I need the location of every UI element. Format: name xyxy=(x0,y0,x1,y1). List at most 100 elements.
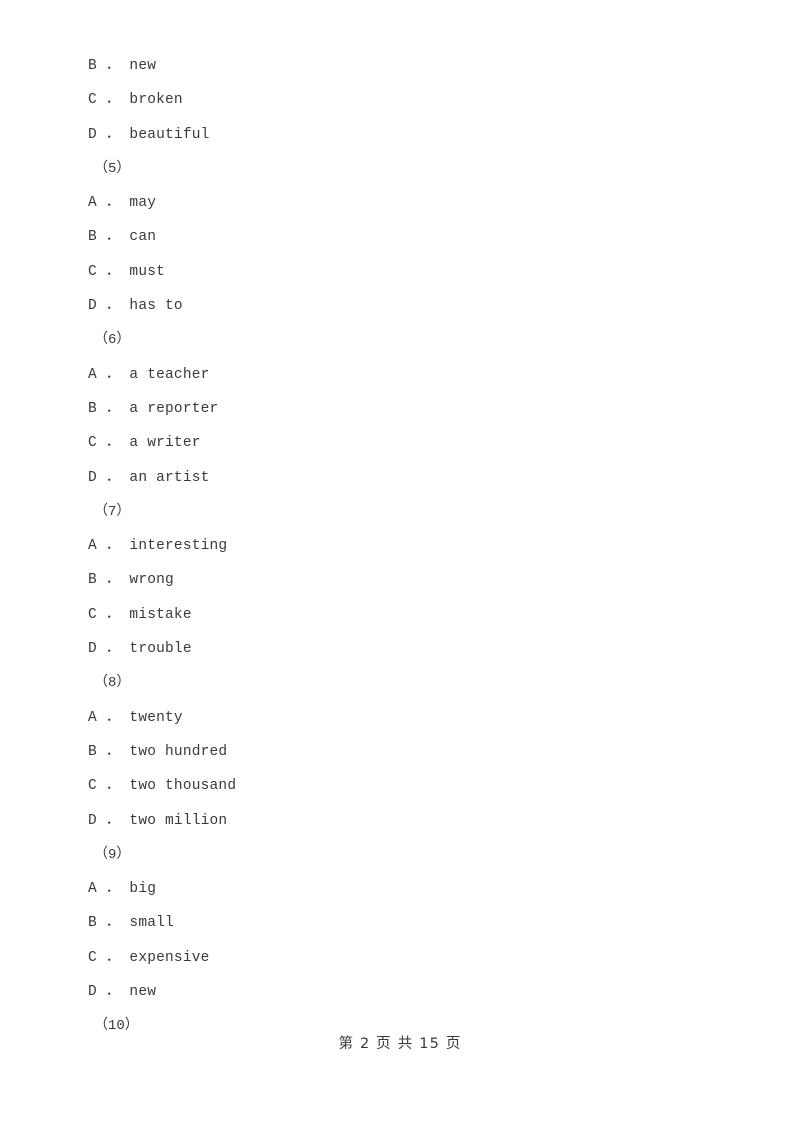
option-text: wrong xyxy=(129,572,174,589)
option-separator: ． xyxy=(96,915,130,932)
option-text: can xyxy=(129,229,157,246)
option-letter: D xyxy=(88,641,97,658)
option-separator: ． xyxy=(96,743,130,760)
answer-option[interactable]: A ． twenty xyxy=(88,701,708,735)
answer-option[interactable]: C ． broken xyxy=(88,83,708,117)
option-text: new xyxy=(129,984,157,1001)
option-separator: ． xyxy=(96,469,130,486)
answer-option[interactable]: B ． two hundred xyxy=(88,735,708,769)
question-number: （6） xyxy=(94,332,131,349)
option-text: broken xyxy=(129,92,183,109)
option-letter: B xyxy=(88,229,97,246)
option-separator: ． xyxy=(96,298,130,315)
option-separator: ． xyxy=(96,435,130,452)
option-text: two hundred xyxy=(129,743,228,760)
answer-option[interactable]: C ． must xyxy=(88,255,708,289)
page-footer: 第 2 页 共 15 页 xyxy=(338,1036,462,1052)
question-number: （7） xyxy=(94,503,131,520)
option-letter: C xyxy=(88,778,97,795)
answer-option[interactable]: B ． small xyxy=(88,906,708,940)
answer-option[interactable]: C ． expensive xyxy=(88,941,708,975)
option-text: an artist xyxy=(129,469,210,486)
option-separator: ． xyxy=(96,606,130,623)
option-separator: ． xyxy=(96,984,130,1001)
answer-option[interactable]: D ． an artist xyxy=(88,461,708,495)
answer-option[interactable]: C ． two thousand xyxy=(88,769,708,803)
answer-option[interactable]: B ． new xyxy=(88,49,708,83)
option-separator: ． xyxy=(96,538,130,555)
document-page: B ． new C ． broken D ． beautiful （5） A ． may… xyxy=(0,0,800,1132)
option-text: big xyxy=(129,881,157,898)
option-text: mistake xyxy=(129,606,192,623)
option-letter: B xyxy=(88,743,97,760)
option-letter: D xyxy=(88,469,97,486)
option-letter: B xyxy=(88,572,97,589)
answer-option[interactable]: C ． mistake xyxy=(88,598,708,632)
answer-option[interactable]: D ． trouble xyxy=(88,632,708,666)
option-letter: D xyxy=(88,126,97,143)
option-letter: C xyxy=(88,435,97,452)
option-separator: ． xyxy=(96,195,130,212)
option-text: a writer xyxy=(129,435,201,452)
option-letter: B xyxy=(88,58,97,74)
answer-option[interactable]: B ． wrong xyxy=(88,563,708,597)
option-letter: A xyxy=(88,709,97,726)
answer-option[interactable]: C ． a writer xyxy=(88,426,708,460)
option-text: may xyxy=(129,195,157,212)
option-letter: C xyxy=(88,92,97,109)
option-separator: ． xyxy=(96,92,130,109)
option-separator: ． xyxy=(96,812,130,829)
option-text: a teacher xyxy=(129,366,210,383)
option-letter: C xyxy=(88,263,97,280)
option-text: has to xyxy=(129,298,183,315)
option-separator: ． xyxy=(96,709,130,726)
answer-option[interactable]: D ． beautiful xyxy=(88,118,708,152)
option-text: two thousand xyxy=(129,778,237,795)
option-separator: ． xyxy=(96,881,130,898)
answer-option[interactable]: A ． big xyxy=(88,872,708,906)
question-options-list: B ． new C ． broken D ． beautiful （5） A ． may… xyxy=(88,49,708,1044)
answer-option[interactable]: D ． two million xyxy=(88,804,708,838)
answer-option[interactable]: A ． a teacher xyxy=(88,358,708,392)
option-letter: C xyxy=(88,949,97,966)
option-text: must xyxy=(129,263,166,280)
option-separator: ． xyxy=(96,949,130,966)
option-separator: ． xyxy=(96,572,130,589)
option-text: trouble xyxy=(129,641,192,658)
answer-option[interactable]: D ． has to xyxy=(88,289,708,323)
option-letter: D xyxy=(88,984,97,1001)
option-letter: B xyxy=(88,915,97,932)
answer-option[interactable]: B ． can xyxy=(88,220,708,254)
option-separator: ． xyxy=(96,126,130,143)
option-text: interesting xyxy=(129,538,228,555)
option-text: new xyxy=(129,58,157,74)
option-letter: A xyxy=(88,195,97,212)
option-letter: D xyxy=(88,298,97,315)
option-text: a reporter xyxy=(129,400,219,417)
option-separator: ． xyxy=(96,58,130,74)
option-separator: ． xyxy=(96,400,130,417)
option-text: small xyxy=(129,915,174,932)
option-letter: A xyxy=(88,881,97,898)
option-letter: A xyxy=(88,538,97,555)
question-number: （8） xyxy=(94,675,131,692)
answer-option[interactable]: A ． may xyxy=(88,186,708,220)
option-separator: ． xyxy=(96,263,130,280)
question-number: （5） xyxy=(94,160,131,177)
option-separator: ． xyxy=(96,229,130,246)
option-text: beautiful xyxy=(129,126,210,143)
option-text: twenty xyxy=(129,709,183,726)
option-letter: D xyxy=(88,812,97,829)
option-text: two million xyxy=(129,812,228,829)
option-letter: B xyxy=(88,400,97,417)
option-text: expensive xyxy=(129,949,210,966)
answer-option[interactable]: A ． interesting xyxy=(88,529,708,563)
option-separator: ． xyxy=(96,778,130,795)
answer-option[interactable]: B ． a reporter xyxy=(88,392,708,426)
option-separator: ． xyxy=(96,366,130,383)
answer-option[interactable]: D ． new xyxy=(88,975,708,1009)
question-number: （9） xyxy=(94,846,131,863)
option-letter: A xyxy=(88,366,97,383)
option-letter: C xyxy=(88,606,97,623)
option-separator: ． xyxy=(96,641,130,658)
